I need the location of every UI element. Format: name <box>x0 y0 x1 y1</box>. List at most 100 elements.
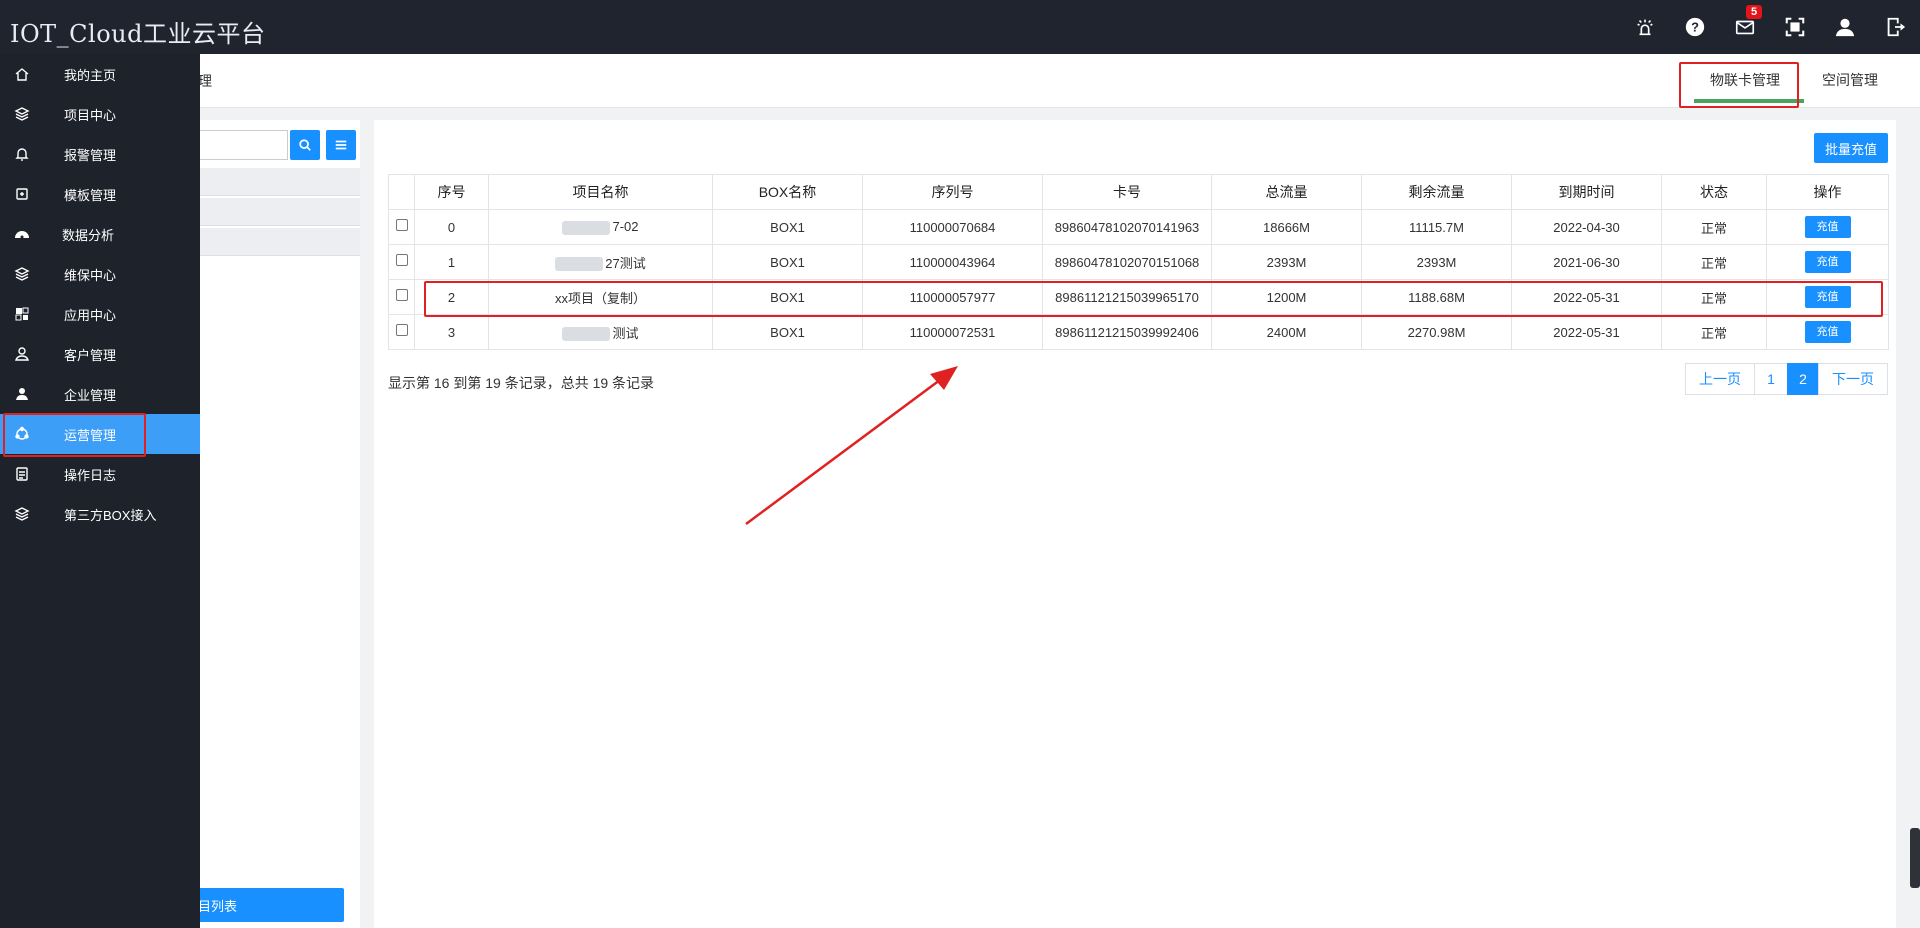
sidebar-item-third-party-box[interactable]: 第三方BOX接入 <box>0 494 200 534</box>
user-icon[interactable] <box>1820 0 1870 54</box>
scroll-indicator[interactable] <box>1910 828 1920 888</box>
page-button-1[interactable]: 1 <box>1754 363 1788 395</box>
menu-button[interactable] <box>326 130 356 160</box>
top-bar: IOT_Cloud工业云平台 ? 5 <box>0 0 1920 54</box>
sim-card-panel: 批量充值 序号 项目名称 BOX名称 序列号 卡号 总流量 剩余流量 到期时间 … <box>374 120 1896 928</box>
column-header[interactable]: 卡号 <box>1042 174 1212 210</box>
cell-status: 正常 <box>1661 314 1767 350</box>
row-checkbox[interactable] <box>395 219 408 232</box>
alarm-light-icon[interactable] <box>1620 0 1670 54</box>
row-checkbox[interactable] <box>395 289 408 302</box>
cell-box: BOX1 <box>712 209 863 245</box>
highlight-box-sidebar <box>3 413 146 457</box>
cell-project-text: 7-02 <box>612 219 639 235</box>
sidebar-item-label: 数据分析 <box>62 227 115 243</box>
list-icon <box>335 140 347 150</box>
sidebar-item-enterprise[interactable]: 企业管理 <box>0 374 200 414</box>
top-toolbar: ? 5 <box>1620 0 1920 54</box>
cell-project: 27测试 <box>488 244 713 280</box>
sidebar-item-label: 操作日志 <box>64 467 117 483</box>
sidebar-item-projects[interactable]: 项目中心 <box>0 94 200 134</box>
template-icon <box>0 186 44 202</box>
svg-text:?: ? <box>1691 20 1699 35</box>
recharge-button[interactable]: 充值 <box>1804 251 1851 273</box>
sidebar-item-label: 客户管理 <box>64 347 117 363</box>
search-icon <box>299 139 311 151</box>
column-header[interactable]: 状态 <box>1661 174 1767 210</box>
cell-project: 测试 <box>488 314 713 350</box>
redaction-mask <box>562 220 611 235</box>
sidebar-item-label: 模板管理 <box>64 187 117 203</box>
tab-bar: 理 物联卡管理 空间管理 <box>0 54 1920 108</box>
row-checkbox[interactable] <box>395 254 408 267</box>
page-button-2[interactable]: 2 <box>1787 363 1819 395</box>
column-header[interactable]: 操作 <box>1766 174 1889 210</box>
column-header[interactable]: 到期时间 <box>1511 174 1662 210</box>
table-row: 3 测试 BOX1 110000072531 89861121215039992… <box>388 314 1889 350</box>
mail-icon[interactable]: 5 <box>1720 0 1770 54</box>
help-icon[interactable]: ? <box>1670 0 1720 54</box>
column-header[interactable]: 项目名称 <box>488 174 713 210</box>
cell-index: 0 <box>414 209 489 245</box>
cell-box: BOX1 <box>712 314 863 350</box>
cell-remaining: 11115.7M <box>1361 209 1512 245</box>
highlight-box-row <box>424 281 1883 317</box>
column-header[interactable]: BOX名称 <box>712 174 863 210</box>
cell-remaining: 2270.98M <box>1361 314 1512 350</box>
cell-project-text: 测试 <box>612 325 639 341</box>
row-checkbox[interactable] <box>395 324 408 337</box>
column-header[interactable]: 序号 <box>414 174 489 210</box>
cell-total: 2400M <box>1211 314 1362 350</box>
sidebar-item-alarms[interactable]: 报警管理 <box>0 134 200 174</box>
cell-serial: 110000043964 <box>862 244 1043 280</box>
recharge-button[interactable]: 充值 <box>1804 321 1851 343</box>
layers-icon <box>0 506 44 522</box>
column-header[interactable]: 总流量 <box>1211 174 1362 210</box>
sidebar-item-logs[interactable]: 操作日志 <box>0 454 200 494</box>
header-checkbox-cell <box>388 174 415 210</box>
sidebar-item-apps[interactable]: 应用中心 <box>0 294 200 334</box>
sidebar-item-templates[interactable]: 模板管理 <box>0 174 200 214</box>
sidebar-item-maintenance[interactable]: 维保中心 <box>0 254 200 294</box>
prev-page-button[interactable]: 上一页 <box>1685 363 1755 395</box>
sidebar-item-label: 报警管理 <box>64 147 117 163</box>
cell-status: 正常 <box>1661 209 1767 245</box>
sidebar-item-customers[interactable]: 客户管理 <box>0 334 200 374</box>
sidebar-item-label: 我的主页 <box>64 67 117 83</box>
next-page-button[interactable]: 下一页 <box>1818 363 1888 395</box>
fullscreen-icon[interactable] <box>1770 0 1820 54</box>
sidebar-item-label: 项目中心 <box>64 107 117 123</box>
highlight-box-tab <box>1679 62 1799 108</box>
sidebar-item-label: 企业管理 <box>64 387 117 403</box>
cell-index: 1 <box>414 244 489 280</box>
logout-icon[interactable] <box>1870 0 1920 54</box>
enterprise-icon <box>0 386 44 402</box>
column-header[interactable]: 序列号 <box>862 174 1043 210</box>
sidebar-item-home[interactable]: 我的主页 <box>0 54 200 94</box>
cell-card: 89860478102070151068 <box>1042 244 1212 280</box>
cell-index: 3 <box>414 314 489 350</box>
log-icon <box>0 466 44 482</box>
sidebar-item-label: 应用中心 <box>64 307 117 323</box>
tab-space[interactable]: 空间管理 <box>1822 70 1878 90</box>
column-header[interactable]: 剩余流量 <box>1361 174 1512 210</box>
redaction-mask <box>562 327 611 342</box>
pagination-summary: 显示第 16 到第 19 条记录，总共 19 条记录 <box>388 375 655 391</box>
sim-card-table: 序号 项目名称 BOX名称 序列号 卡号 总流量 剩余流量 到期时间 状态 操作… <box>388 174 1889 350</box>
notification-badge: 5 <box>1746 5 1763 19</box>
app-title: IOT_Cloud工业云平台 <box>10 20 266 48</box>
cell-status: 正常 <box>1661 244 1767 280</box>
table-header-row: 序号 项目名称 BOX名称 序列号 卡号 总流量 剩余流量 到期时间 状态 操作 <box>388 174 1889 210</box>
cell-total: 2393M <box>1211 244 1362 280</box>
tab-partial[interactable]: 理 <box>198 71 212 91</box>
batch-recharge-button[interactable]: 批量充值 <box>1814 133 1888 163</box>
search-button[interactable] <box>290 130 320 160</box>
recharge-button[interactable]: 充值 <box>1804 216 1851 238</box>
sidebar-item-analytics[interactable]: 数据分析 <box>0 214 200 254</box>
apps-icon <box>0 306 44 322</box>
layers-icon <box>0 266 44 282</box>
cell-box: BOX1 <box>712 244 863 280</box>
cell-total: 18666M <box>1211 209 1362 245</box>
table-row: 1 27测试 BOX1 110000043964 898604781020701… <box>388 244 1889 280</box>
home-icon <box>0 66 44 82</box>
